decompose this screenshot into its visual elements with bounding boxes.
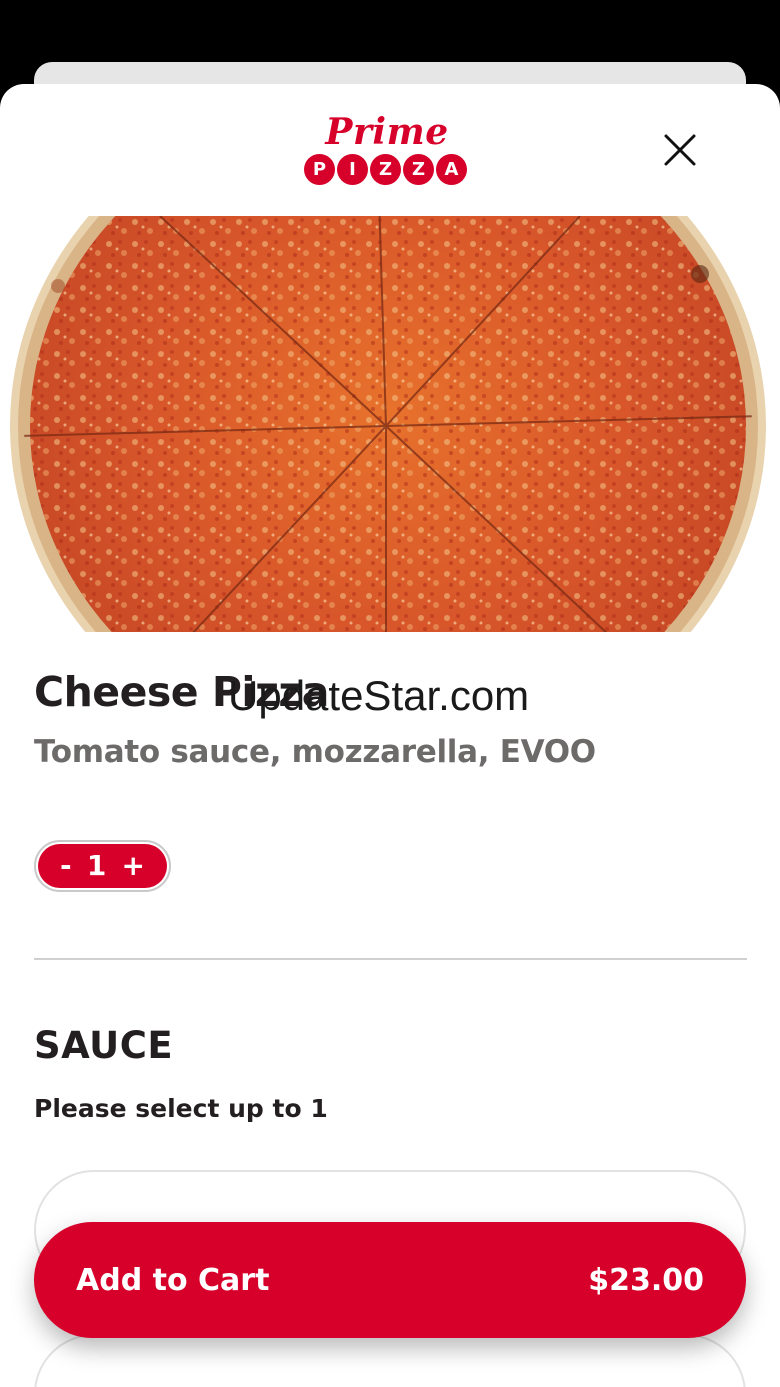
logo-letter-row: P I Z Z A (304, 154, 467, 185)
quantity-value: 1 (86, 849, 107, 882)
quantity-stepper-body: - 1 + (38, 844, 167, 888)
decrement-button[interactable]: - (60, 852, 72, 880)
logo-script-text: Prime (325, 111, 449, 153)
logo-letter: I (337, 154, 368, 185)
watermark-text: UpdateStar.com (228, 672, 530, 719)
logo-letter: Z (370, 154, 401, 185)
sauce-option[interactable] (34, 1334, 746, 1387)
close-button[interactable] (656, 126, 704, 174)
close-icon (664, 134, 696, 166)
logo-letter: P (304, 154, 335, 185)
add-to-cart-button[interactable]: Add to Cart $23.00 (34, 1222, 746, 1338)
product-description: Tomato sauce, mozzarella, EVOO (34, 734, 596, 770)
logo-letter: Z (403, 154, 434, 185)
sauce-section-subtitle: Please select up to 1 (34, 1094, 328, 1123)
add-to-cart-label: Add to Cart (76, 1262, 270, 1298)
pizza-image (0, 216, 780, 632)
cart-price: $23.00 (588, 1262, 704, 1298)
sauce-section-title: SAUCE (34, 1024, 174, 1067)
prime-pizza-logo: Prime P I Z Z A (304, 112, 470, 188)
section-divider (34, 958, 747, 960)
logo-letter: A (436, 154, 467, 185)
product-modal: Prime P I Z Z A Cheese Pizza UpdateStar.… (0, 84, 780, 1387)
quantity-stepper: - 1 + (34, 840, 171, 892)
increment-button[interactable]: + (122, 852, 145, 880)
